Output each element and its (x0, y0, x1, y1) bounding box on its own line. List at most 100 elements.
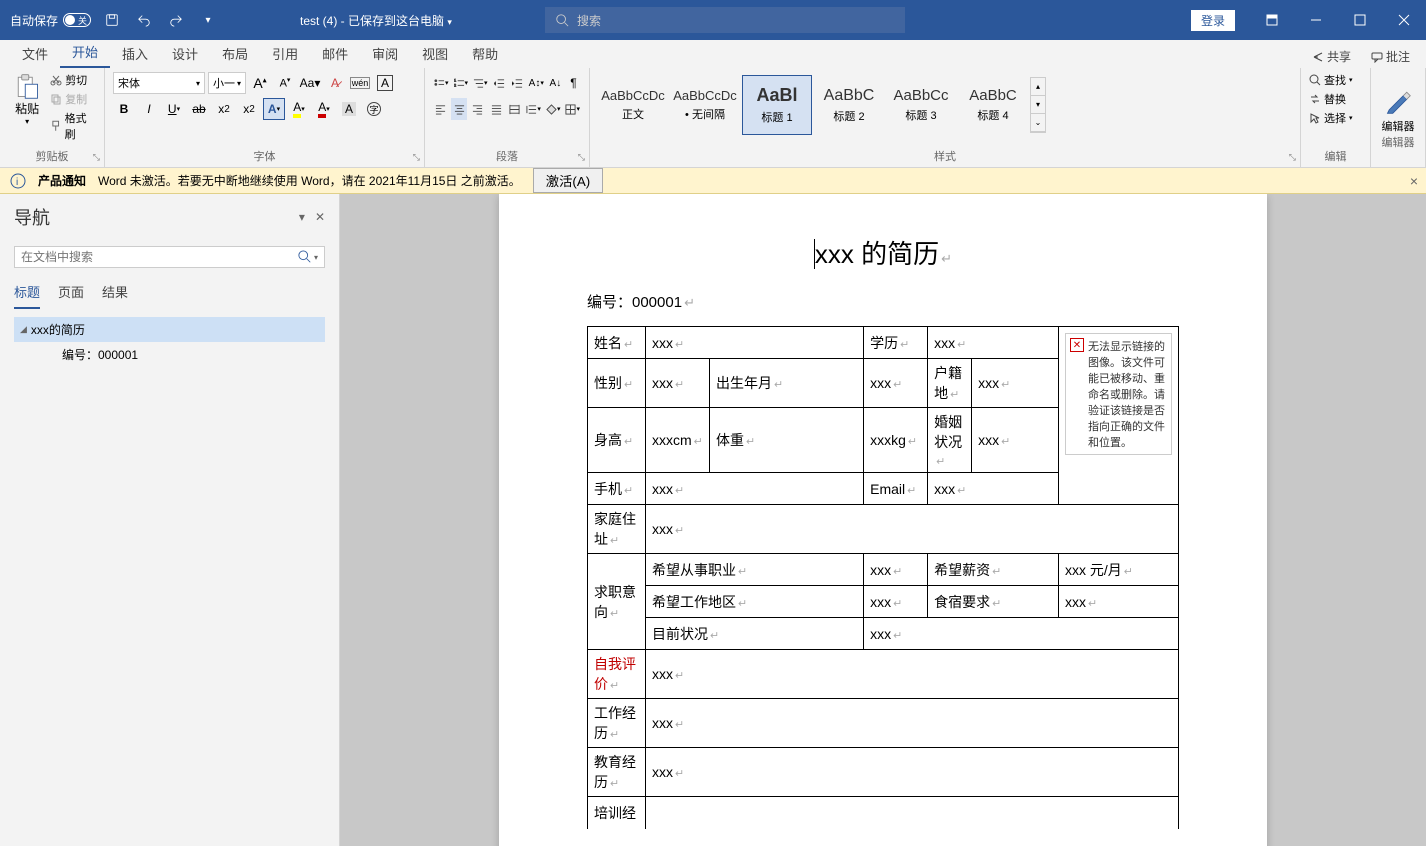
maximize-icon[interactable] (1338, 0, 1382, 40)
style-nospacing[interactable]: AaBbCcDc• 无间隔 (670, 75, 740, 135)
font-name-select[interactable]: 宋体▾ (113, 72, 205, 94)
login-button[interactable]: 登录 (1191, 10, 1235, 31)
bullets-icon[interactable]: ▾ (433, 72, 450, 94)
style-heading2[interactable]: AaBbC标题 2 (814, 75, 884, 135)
nav-search-box[interactable]: ▾ (14, 246, 325, 268)
close-icon[interactable] (1382, 0, 1426, 40)
doc-heading[interactable]: xxx 的简历↵ (587, 234, 1179, 271)
tab-layout[interactable]: 布局 (210, 39, 260, 68)
align-right-icon[interactable] (470, 98, 485, 120)
styles-launcher-icon[interactable]: ⤡ (1289, 152, 1296, 163)
underline-icon[interactable]: U▾ (163, 98, 185, 120)
tab-home[interactable]: 开始 (60, 37, 110, 68)
nav-tree-child[interactable]: 编号：000001 (14, 342, 325, 367)
styles-scroll[interactable]: ▴▾⌄ (1030, 77, 1046, 133)
tab-references[interactable]: 引用 (260, 39, 310, 68)
autosave-toggle[interactable]: 自动保存 关 (10, 12, 91, 29)
shrink-font-icon[interactable]: A▾ (274, 72, 296, 94)
justify-icon[interactable] (488, 98, 503, 120)
undo-icon[interactable] (133, 9, 155, 31)
nav-tab-headings[interactable]: 标题 (14, 282, 40, 309)
outdent-icon[interactable] (492, 72, 507, 94)
comments-button[interactable]: 批注 (1365, 45, 1416, 68)
group-editor: 编辑器 编辑器 (1371, 68, 1426, 167)
bold-icon[interactable]: B (113, 98, 135, 120)
highlight-icon[interactable]: A▾ (288, 98, 310, 120)
shading-icon[interactable]: ▾ (545, 98, 562, 120)
notification-title: 产品通知 (38, 172, 86, 189)
subscript-icon[interactable]: x2 (213, 98, 235, 120)
tab-view[interactable]: 视图 (410, 39, 460, 68)
change-case-icon[interactable]: Aa▾ (299, 72, 321, 94)
group-label-editing: 编辑 (1309, 148, 1362, 167)
group-clipboard: 粘贴▾ 剪切 复制 格式刷 剪贴板 ⤡ (0, 68, 105, 167)
line-spacing-icon[interactable]: ▾ (525, 98, 542, 120)
tab-file[interactable]: 文件 (10, 39, 60, 68)
redo-icon[interactable] (165, 9, 187, 31)
qat-more-icon[interactable]: ▾ (197, 9, 219, 31)
share-button[interactable]: 共享 (1306, 45, 1357, 68)
doc-subheading[interactable]: 编号：000001↵ (587, 291, 1179, 312)
tab-mailings[interactable]: 邮件 (310, 39, 360, 68)
tab-insert[interactable]: 插入 (110, 39, 160, 68)
paragraph-launcher-icon[interactable]: ⤡ (578, 152, 585, 163)
nav-tab-pages[interactable]: 页面 (58, 282, 84, 309)
nav-options-icon[interactable]: ▾ (299, 210, 305, 224)
nav-tree-root[interactable]: ◢xxx的简历 (14, 317, 325, 342)
show-marks-icon[interactable]: ¶ (566, 72, 581, 94)
group-font: 宋体▾ 小一▾ A▴ A▾ Aa▾ A̷ wén A B I U▾ ab x2 … (105, 68, 425, 167)
font-color-icon[interactable]: A▾ (313, 98, 335, 120)
copy-button[interactable]: 复制 (50, 91, 96, 107)
font-launcher-icon[interactable]: ⤡ (413, 152, 420, 163)
save-icon[interactable] (101, 9, 123, 31)
find-button[interactable]: 查找 ▾ (1309, 72, 1362, 88)
tab-help[interactable]: 帮助 (460, 39, 510, 68)
nav-title: 导航 (14, 204, 50, 230)
minimize-icon[interactable] (1294, 0, 1338, 40)
font-size-select[interactable]: 小一▾ (208, 72, 246, 94)
align-left-icon[interactable] (433, 98, 448, 120)
tab-review[interactable]: 审阅 (360, 39, 410, 68)
document-canvas[interactable]: xxx 的简历↵ 编号：000001↵ 姓名↵ xxx↵ 学历↵ xxx↵ ✕无… (340, 194, 1426, 846)
char-border-icon[interactable]: A (374, 72, 396, 94)
style-heading4[interactable]: AaBbC标题 4 (958, 75, 1028, 135)
sort-icon[interactable]: A↓ (548, 72, 563, 94)
align-center-icon[interactable] (451, 98, 466, 120)
nav-tab-results[interactable]: 结果 (102, 282, 128, 309)
nav-close-icon[interactable]: ✕ (315, 210, 325, 224)
nav-search-input[interactable] (21, 250, 298, 264)
replace-button[interactable]: 替换 (1309, 91, 1362, 107)
select-button[interactable]: 选择 ▾ (1309, 110, 1362, 126)
info-icon: i (10, 173, 26, 189)
search-box[interactable]: 搜索 (545, 7, 905, 33)
style-heading1[interactable]: AaBl标题 1 (742, 75, 812, 135)
superscript-icon[interactable]: x2 (238, 98, 260, 120)
clear-format-icon[interactable]: A̷ (324, 72, 346, 94)
tab-design[interactable]: 设计 (160, 39, 210, 68)
notification-close-icon[interactable]: × (1410, 173, 1418, 189)
resume-table[interactable]: 姓名↵ xxx↵ 学历↵ xxx↵ ✕无法显示链接的图像。该文件可能已被移动、重… (587, 326, 1179, 829)
char-shading-icon[interactable]: A (338, 98, 360, 120)
cut-button[interactable]: 剪切 (50, 72, 96, 88)
text-effects-icon[interactable]: A▾ (263, 98, 285, 120)
numbering-icon[interactable]: 12▾ (453, 72, 470, 94)
indent-icon[interactable] (510, 72, 525, 94)
ribbon-display-icon[interactable] (1250, 0, 1294, 40)
enclose-char-icon[interactable]: 字 (363, 98, 385, 120)
borders-icon[interactable]: ▾ (564, 98, 581, 120)
multilevel-icon[interactable]: ▾ (472, 72, 489, 94)
italic-icon[interactable]: I (138, 98, 160, 120)
grow-font-icon[interactable]: A▴ (249, 72, 271, 94)
style-heading3[interactable]: AaBbCc标题 3 (886, 75, 956, 135)
asian-layout-icon[interactable]: A↕▾ (528, 72, 545, 94)
distribute-icon[interactable] (507, 98, 522, 120)
paste-button[interactable]: 粘贴▾ (8, 72, 46, 142)
style-normal[interactable]: AaBbCcDc正文 (598, 75, 668, 135)
phonetic-icon[interactable]: wén (349, 72, 371, 94)
strikethrough-icon[interactable]: ab (188, 98, 210, 120)
activate-button[interactable]: 激活(A) (533, 168, 603, 193)
document-title: test (4) - 已保存到这台电脑 ▾ (300, 12, 452, 29)
clipboard-launcher-icon[interactable]: ⤡ (93, 152, 100, 163)
editor-button[interactable]: 编辑器 (1382, 87, 1415, 134)
format-painter-button[interactable]: 格式刷 (50, 110, 96, 142)
